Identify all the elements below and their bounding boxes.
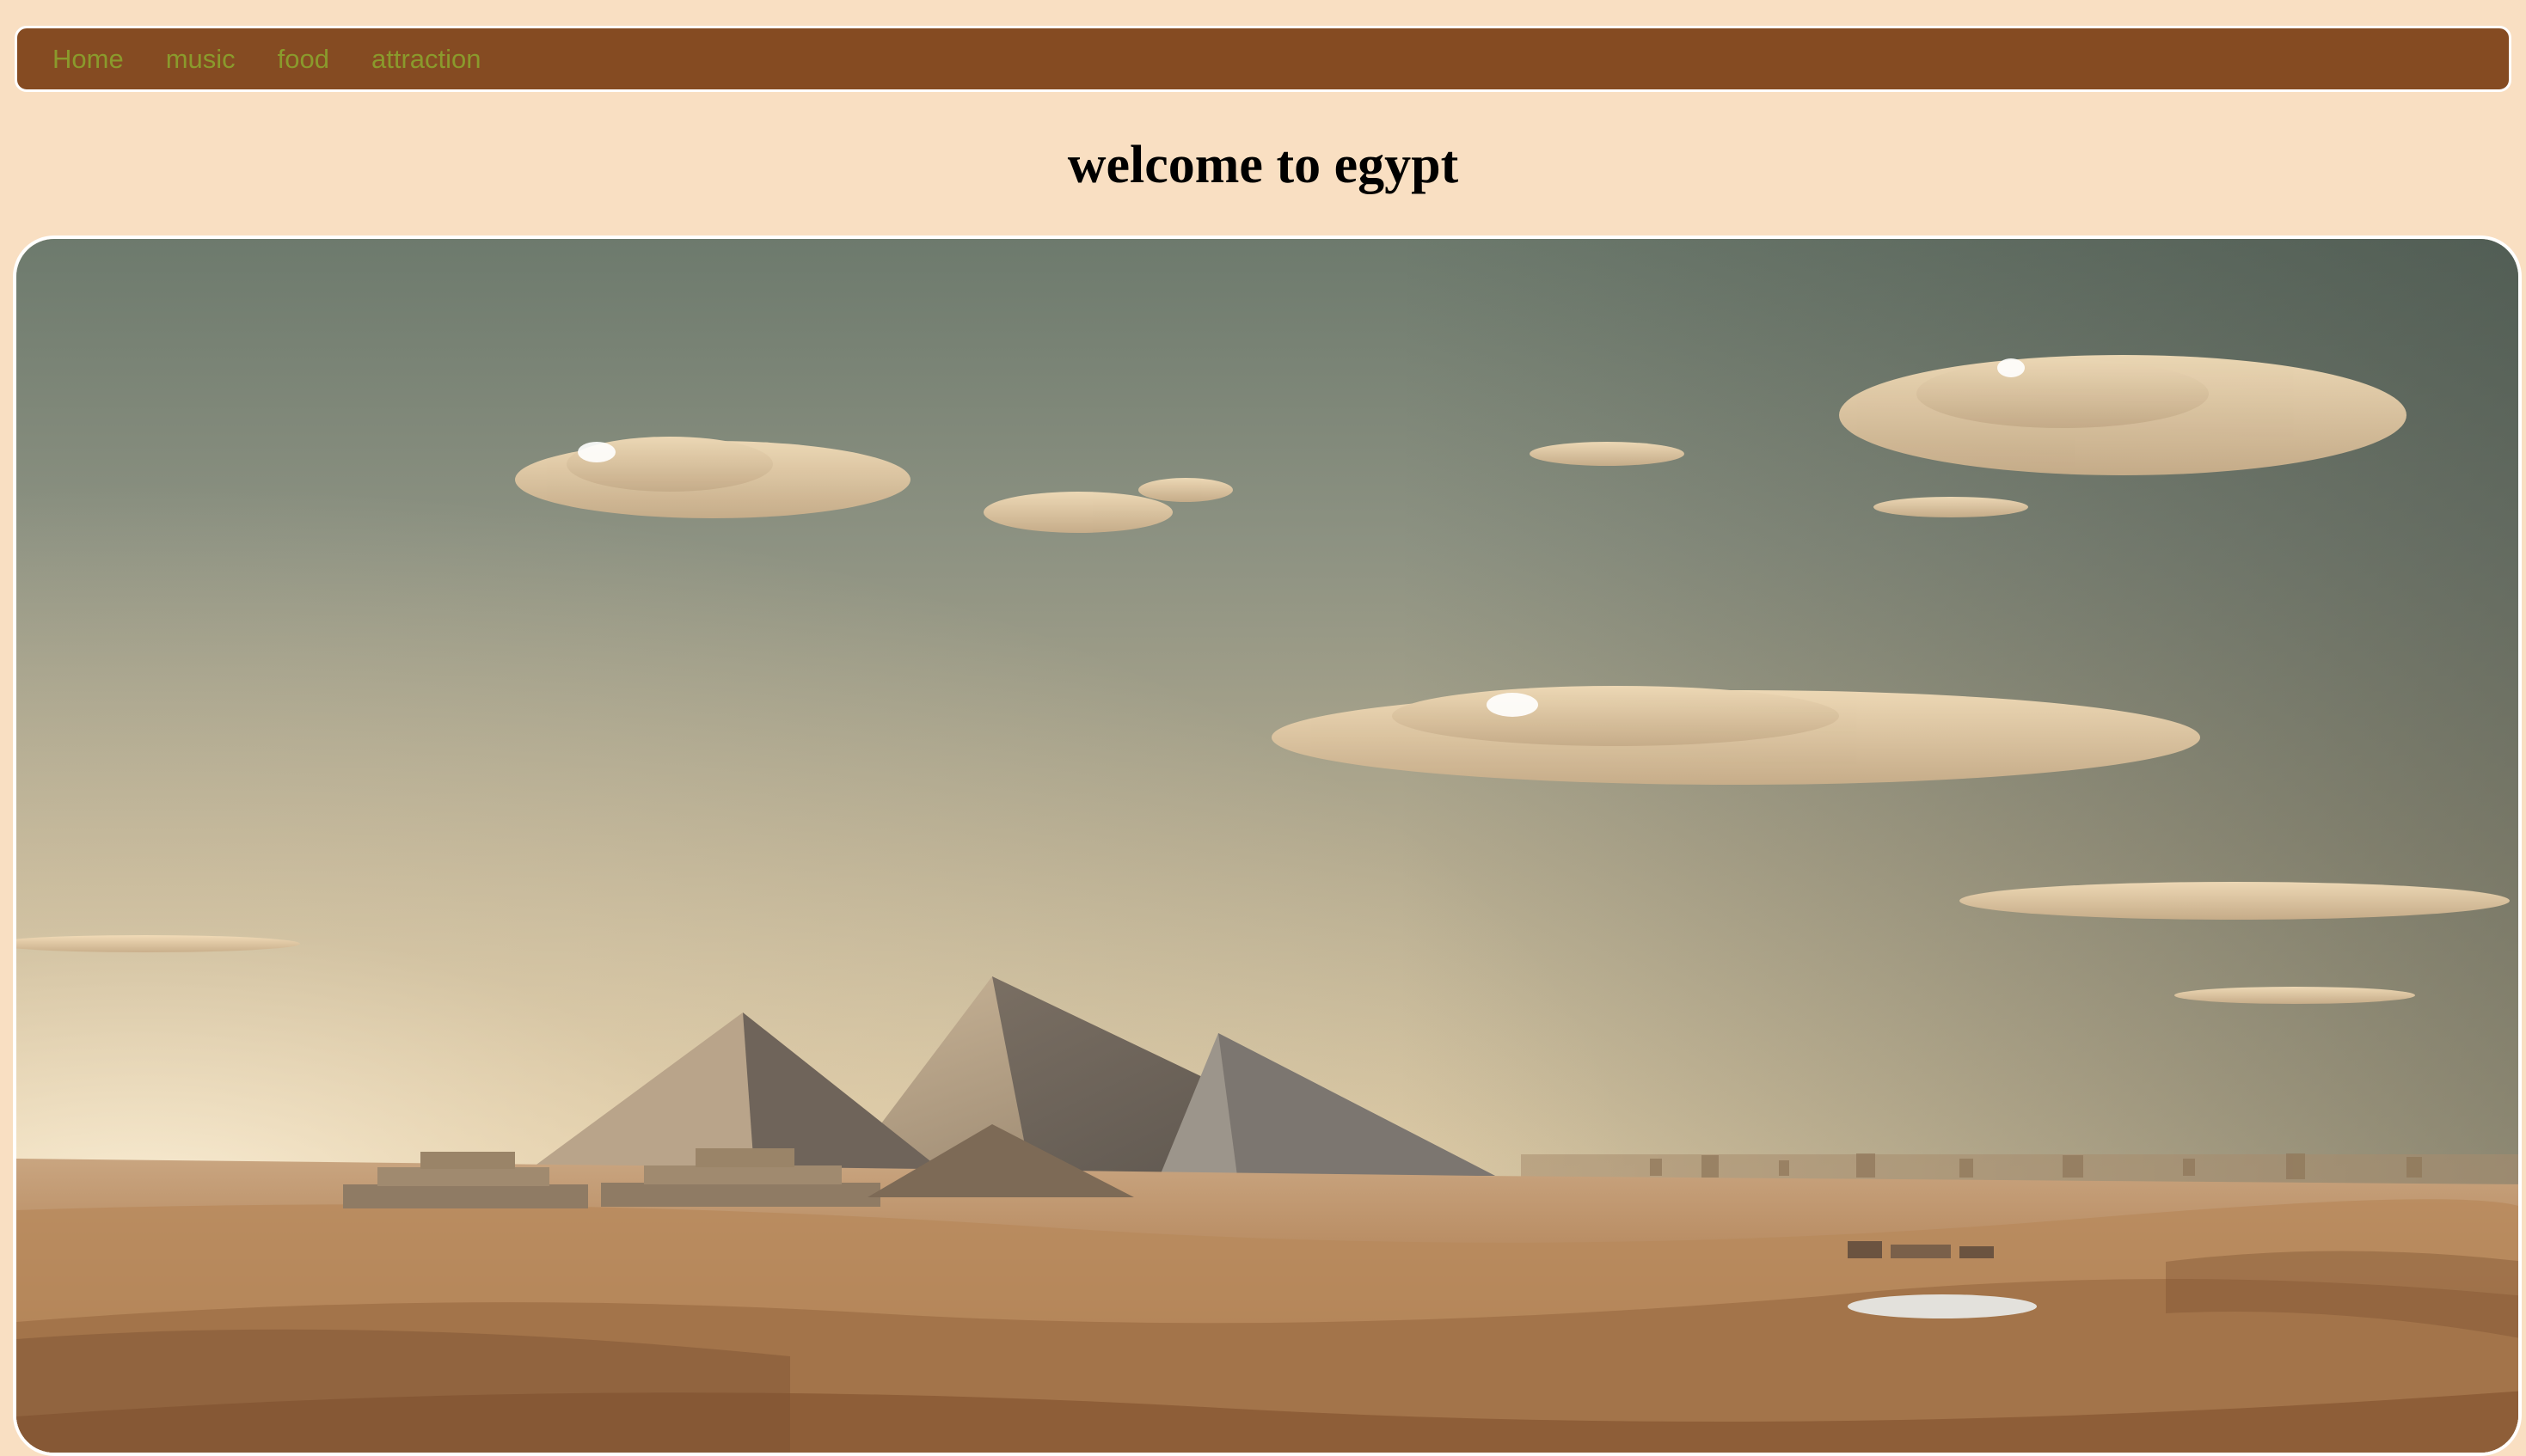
top-navbar: Home music food attraction — [15, 26, 2511, 92]
nav-link-food[interactable]: food — [278, 46, 329, 72]
page-title: welcome to egypt — [1067, 136, 1459, 194]
hero-image — [13, 236, 2522, 1456]
nav-link-attraction[interactable]: attraction — [371, 46, 481, 72]
nav-link-music[interactable]: music — [166, 46, 236, 72]
pyramids-desert-image — [16, 239, 2518, 1453]
nav-link-home[interactable]: Home — [52, 46, 124, 72]
